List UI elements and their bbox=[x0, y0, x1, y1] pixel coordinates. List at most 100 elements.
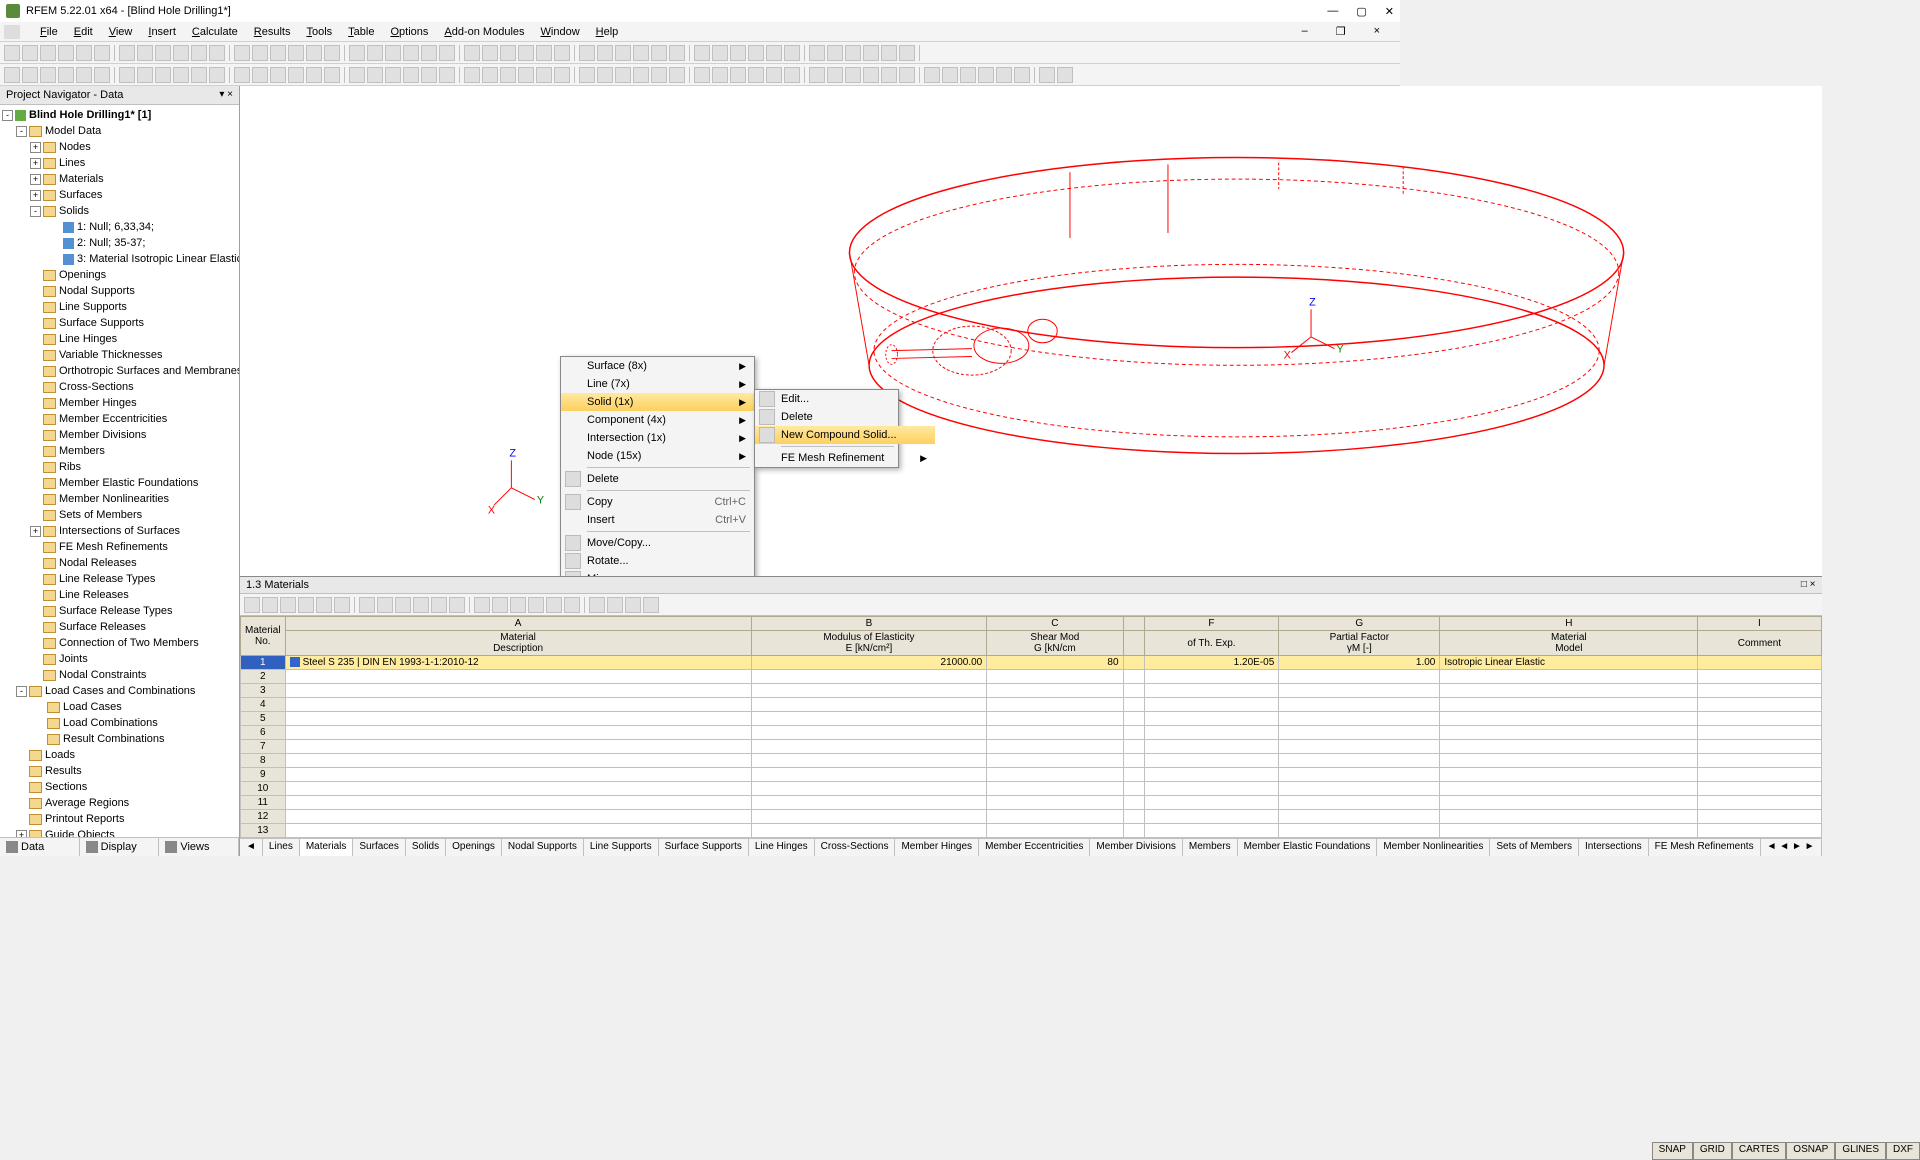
context-item[interactable]: Move/Copy... bbox=[561, 534, 754, 552]
toolbar-button[interactable] bbox=[633, 67, 649, 83]
tree-item[interactable]: Nodal Constraints bbox=[59, 669, 146, 681]
toolbar-button[interactable] bbox=[334, 597, 350, 613]
toolbar-button[interactable] bbox=[730, 67, 746, 83]
toolbar-button[interactable] bbox=[191, 45, 207, 61]
toolbar-button[interactable] bbox=[809, 45, 825, 61]
nav-tab-display[interactable]: Display bbox=[80, 838, 160, 856]
toolbar-button[interactable] bbox=[94, 67, 110, 83]
status-snap[interactable]: SNAP bbox=[1652, 1142, 1693, 1160]
tree-item[interactable]: Variable Thicknesses bbox=[59, 349, 163, 361]
context-item[interactable]: InsertCtrl+V bbox=[561, 511, 754, 529]
toolbar-button[interactable] bbox=[766, 67, 782, 83]
context-item[interactable]: New Compound Solid... bbox=[755, 426, 935, 444]
toolbar-button[interactable] bbox=[748, 45, 764, 61]
toolbar-button[interactable] bbox=[554, 67, 570, 83]
toolbar-button[interactable] bbox=[359, 597, 375, 613]
toolbar-button[interactable] bbox=[546, 597, 562, 613]
bottom-tab[interactable]: Member Divisions bbox=[1090, 839, 1182, 856]
bottom-tab[interactable]: Member Elastic Foundations bbox=[1238, 839, 1378, 856]
tree-solid-item[interactable]: 1: Null; 6,33,34; bbox=[77, 221, 154, 233]
tree-item[interactable]: Printout Reports bbox=[45, 813, 124, 825]
toolbar-button[interactable] bbox=[288, 67, 304, 83]
toolbar-button[interactable] bbox=[119, 45, 135, 61]
maximize-button[interactable]: ▢ bbox=[1356, 5, 1366, 18]
toolbar-button[interactable] bbox=[94, 45, 110, 61]
tree-item[interactable]: Orthotropic Surfaces and Membranes bbox=[59, 365, 239, 377]
tree-item[interactable]: FE Mesh Refinements bbox=[59, 541, 168, 553]
context-item[interactable]: Line (7x)▶ bbox=[561, 375, 754, 393]
col-header[interactable]: of Th. Exp. bbox=[1144, 631, 1279, 656]
toolbar-button[interactable] bbox=[367, 67, 383, 83]
tree-item[interactable]: Line Release Types bbox=[59, 573, 155, 585]
row-no[interactable]: 8 bbox=[241, 754, 286, 768]
tree-item[interactable]: Ribs bbox=[59, 461, 81, 473]
toolbar-button[interactable] bbox=[280, 597, 296, 613]
toolbar-button[interactable] bbox=[22, 45, 38, 61]
close-button[interactable]: ✕ bbox=[1385, 5, 1394, 18]
toolbar-button[interactable] bbox=[536, 67, 552, 83]
col-letter[interactable]: A bbox=[285, 617, 751, 631]
status-grid[interactable]: GRID bbox=[1693, 1142, 1732, 1160]
toolbar-button[interactable] bbox=[4, 45, 20, 61]
row-no[interactable]: 1 bbox=[241, 656, 286, 670]
toolbar-button[interactable] bbox=[492, 597, 508, 613]
col-header[interactable] bbox=[1123, 631, 1144, 656]
mdi-close[interactable]: × bbox=[1366, 23, 1388, 40]
toolbar-button[interactable] bbox=[76, 67, 92, 83]
context-item[interactable]: Solid (1x)▶ bbox=[561, 393, 754, 411]
col-letter[interactable]: I bbox=[1698, 617, 1821, 631]
toolbar-button[interactable] bbox=[766, 45, 782, 61]
tree-item[interactable]: Average Regions bbox=[45, 797, 129, 809]
menu-help[interactable]: Help bbox=[588, 24, 627, 40]
tree-lcc[interactable]: Load Cases and Combinations bbox=[45, 685, 195, 697]
toolbar-button[interactable] bbox=[597, 45, 613, 61]
tree-item[interactable]: Member Eccentricities bbox=[59, 413, 167, 425]
toolbar-button[interactable] bbox=[298, 597, 314, 613]
toolbar-button[interactable] bbox=[827, 67, 843, 83]
context-item[interactable]: Edit... bbox=[755, 390, 935, 408]
tree-solid-item[interactable]: 2: Null; 35-37; bbox=[77, 237, 145, 249]
toolbar-button[interactable] bbox=[22, 67, 38, 83]
tree-item[interactable]: Line Supports bbox=[59, 301, 127, 313]
toolbar-button[interactable] bbox=[58, 45, 74, 61]
toolbar-button[interactable] bbox=[119, 67, 135, 83]
context-submenu[interactable]: Edit...DeleteNew Compound Solid...FE Mes… bbox=[754, 389, 899, 468]
tree-item[interactable]: Member Elastic Foundations bbox=[59, 477, 198, 489]
toolbar-button[interactable] bbox=[324, 45, 340, 61]
tree-item[interactable]: Members bbox=[59, 445, 105, 457]
tree-lcc-item[interactable]: Load Combinations bbox=[63, 717, 158, 729]
toolbar-button[interactable] bbox=[306, 45, 322, 61]
row-no[interactable]: 5 bbox=[241, 712, 286, 726]
tree-item[interactable]: Connection of Two Members bbox=[59, 637, 199, 649]
context-item[interactable]: Component (4x)▶ bbox=[561, 411, 754, 429]
menu-view[interactable]: View bbox=[101, 24, 141, 40]
toolbar-button[interactable] bbox=[518, 67, 534, 83]
bottom-tab[interactable]: Member Hinges bbox=[895, 839, 979, 856]
toolbar-button[interactable] bbox=[633, 45, 649, 61]
bottom-tab[interactable]: Members bbox=[1183, 839, 1238, 856]
toolbar-button[interactable] bbox=[809, 67, 825, 83]
tree-item[interactable]: Intersections of Surfaces bbox=[59, 525, 180, 537]
toolbar-button[interactable] bbox=[377, 597, 393, 613]
tree-item[interactable]: Member Nonlinearities bbox=[59, 493, 169, 505]
context-item[interactable]: Delete bbox=[755, 408, 935, 426]
tree-item[interactable]: Cross-Sections bbox=[59, 381, 134, 393]
toolbar-button[interactable] bbox=[863, 67, 879, 83]
mdi-restore[interactable]: ❐ bbox=[1328, 23, 1354, 40]
bottom-tab[interactable]: Line Hinges bbox=[749, 839, 815, 856]
row-no[interactable]: 6 bbox=[241, 726, 286, 740]
toolbar-button[interactable] bbox=[615, 45, 631, 61]
col-header[interactable]: Partial FactorγM [-] bbox=[1279, 631, 1440, 656]
toolbar-button[interactable] bbox=[40, 45, 56, 61]
toolbar-button[interactable] bbox=[1057, 67, 1073, 83]
tree-item[interactable]: Surface Release Types bbox=[59, 605, 173, 617]
toolbar-button[interactable] bbox=[474, 597, 490, 613]
toolbar-button[interactable] bbox=[439, 67, 455, 83]
tree-item[interactable]: Member Divisions bbox=[59, 429, 146, 441]
toolbar-button[interactable] bbox=[262, 597, 278, 613]
toolbar-button[interactable] bbox=[651, 67, 667, 83]
status-cartes[interactable]: CARTES bbox=[1732, 1142, 1786, 1160]
menu-tools[interactable]: Tools bbox=[298, 24, 340, 40]
toolbar-button[interactable] bbox=[76, 45, 92, 61]
tree-item[interactable]: Member Hinges bbox=[59, 397, 137, 409]
